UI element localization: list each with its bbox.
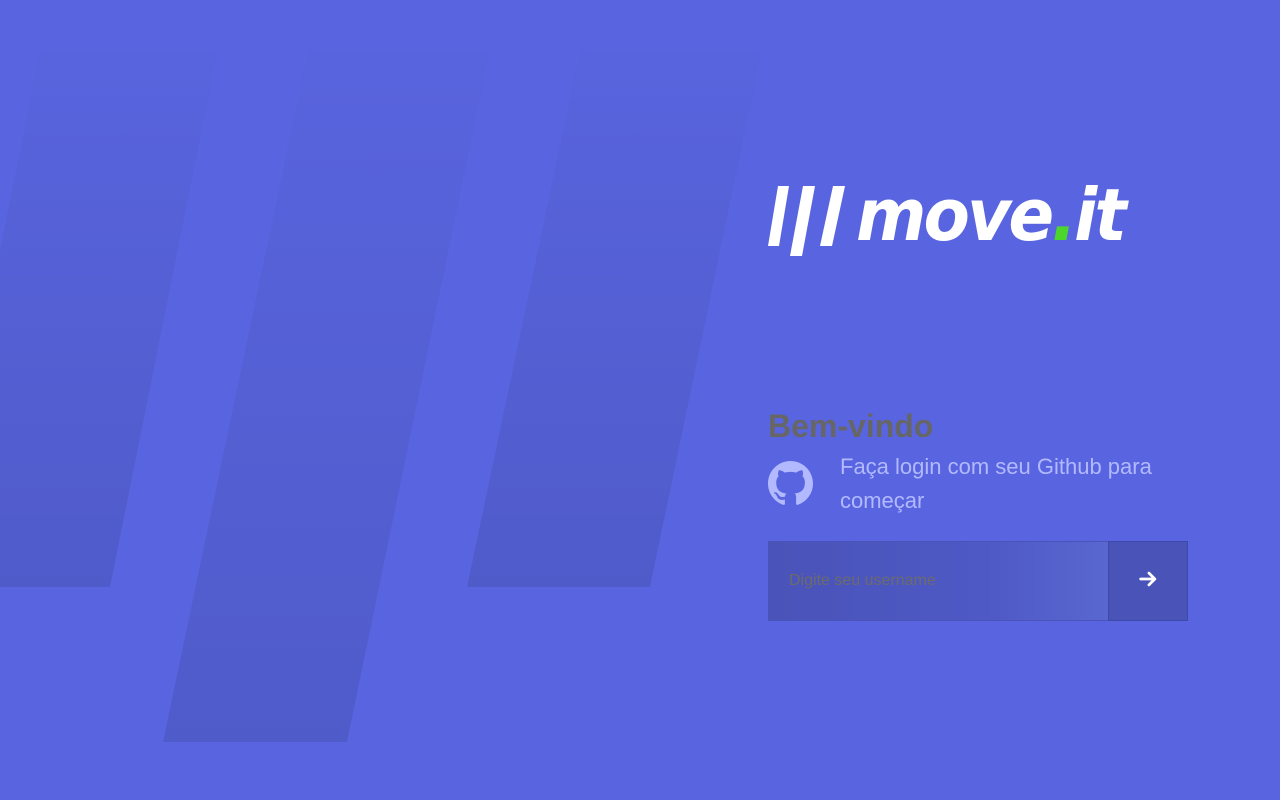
github-login-info: Faça login com seu Github para começar bbox=[768, 450, 1188, 520]
login-form bbox=[768, 541, 1188, 621]
arrow-right-icon bbox=[1139, 571, 1157, 587]
logo-wordmark: move.it bbox=[856, 180, 1129, 257]
logo-text-suffix: it bbox=[1074, 180, 1129, 257]
github-icon bbox=[768, 461, 813, 505]
logo-bars-icon bbox=[768, 186, 845, 256]
moveit-logo: move.it bbox=[768, 180, 1130, 257]
username-input[interactable] bbox=[768, 541, 1108, 621]
background-stripe bbox=[0, 50, 218, 587]
background-stripe bbox=[163, 50, 490, 742]
submit-button[interactable] bbox=[1108, 541, 1188, 621]
github-login-message: Faça login com seu Github para começar bbox=[840, 454, 1152, 513]
welcome-title: Bem-vindo bbox=[768, 408, 934, 444]
login-panel: move.it Bem-vindo Faça login com seu Git… bbox=[768, 0, 1188, 800]
background-stripes bbox=[0, 50, 762, 742]
background-stripe bbox=[467, 50, 762, 587]
logo-text-main: move bbox=[856, 180, 1052, 257]
logo-text-dot: . bbox=[1051, 180, 1074, 257]
